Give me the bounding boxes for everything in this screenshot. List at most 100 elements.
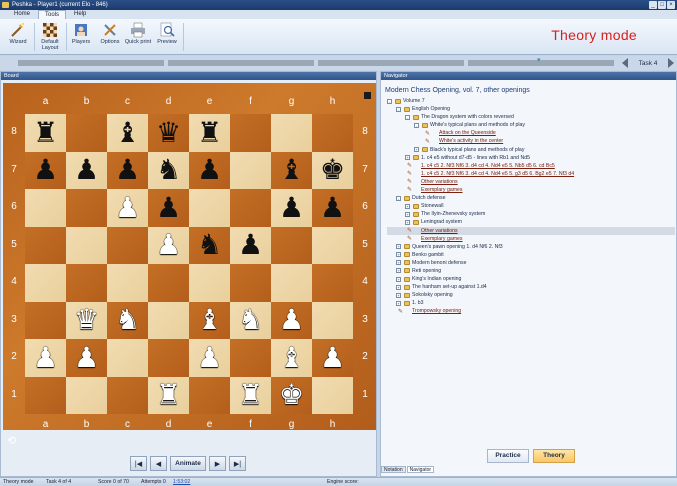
tab-tools[interactable]: Tools <box>38 10 67 19</box>
square-h3[interactable] <box>312 301 353 339</box>
black-bishop-icon[interactable]: ♝ <box>279 156 304 184</box>
square-b4[interactable] <box>66 264 107 302</box>
square-c6[interactable]: ♟ <box>107 189 148 227</box>
tree-folder[interactable]: - English Opening <box>387 105 675 113</box>
black-pawn-icon[interactable]: ♟ <box>74 156 99 184</box>
tree-item[interactable]: ✎ 1. c4 c5 2. Nf3 Nf6 3. d4 cd 4. Nd4 e5 … <box>387 162 675 170</box>
square-e6[interactable] <box>189 189 230 227</box>
black-rook-icon[interactable]: ♜ <box>33 118 58 147</box>
square-b5[interactable] <box>66 226 107 264</box>
tree-item[interactable]: ✎ Other variations <box>387 178 675 186</box>
square-b1[interactable] <box>66 376 107 414</box>
black-pawn-icon[interactable]: ♟ <box>156 193 181 222</box>
expand-icon[interactable]: + <box>396 260 401 266</box>
expand-icon[interactable]: + <box>405 211 410 217</box>
expand-icon[interactable]: + <box>396 292 401 298</box>
practice-button[interactable]: Practice <box>487 449 529 463</box>
white-pawn-icon[interactable]: ♟ <box>74 343 99 372</box>
square-e5[interactable]: ♞ <box>189 226 230 264</box>
collapse-icon[interactable]: - <box>414 122 419 128</box>
square-d3[interactable] <box>148 301 189 339</box>
status-time[interactable]: 1:53:02 <box>173 478 190 486</box>
square-f2[interactable] <box>230 339 271 377</box>
minimize-button[interactable]: _ <box>649 1 657 9</box>
square-e3[interactable]: ♝ <box>189 301 230 339</box>
expand-icon[interactable]: + <box>396 276 401 282</box>
preview-button[interactable]: Preview <box>153 21 181 53</box>
square-f8[interactable] <box>230 114 271 152</box>
square-d1[interactable]: ♜ <box>148 376 189 414</box>
white-pawn-icon[interactable]: ♟ <box>320 343 345 372</box>
square-e1[interactable] <box>189 376 230 414</box>
square-a1[interactable] <box>25 376 66 414</box>
tree-folder[interactable]: +1. c4 e5 without d7-d5 - lines with Rb1… <box>387 154 675 162</box>
square-g1[interactable]: ♚ <box>271 376 312 414</box>
tree-folder[interactable]: + Stonewall <box>387 202 675 210</box>
tree-folder[interactable]: + The Ilyin-Zhenevsky system <box>387 210 675 218</box>
tree-item[interactable]: ✎ 1. c4 c5 2. Nf3 Nf6 3. d4 cd 4. Nd4 e5 … <box>387 170 675 178</box>
quick-print-button[interactable]: Quick print <box>124 21 152 53</box>
players-button[interactable]: Players <box>67 21 95 53</box>
black-king-icon[interactable]: ♚ <box>320 156 345 184</box>
tab-notation[interactable]: Notation <box>381 466 406 473</box>
square-f7[interactable] <box>230 151 271 189</box>
tree-item[interactable]: ✎ Attack on the Queenside <box>387 129 675 137</box>
tree-folder[interactable]: + King's Indian opening <box>387 275 675 283</box>
square-a5[interactable] <box>25 226 66 264</box>
white-rook-icon[interactable]: ♜ <box>156 381 181 409</box>
tree-folder[interactable]: + Modern benoni defense <box>387 259 675 267</box>
black-pawn-icon[interactable]: ♟ <box>115 156 140 184</box>
flip-board-icon[interactable]: ⟲ <box>7 434 16 447</box>
black-pawn-icon[interactable]: ♟ <box>238 231 263 259</box>
square-b3[interactable]: ♛ <box>66 301 107 339</box>
square-a3[interactable] <box>25 301 66 339</box>
prev-move-button[interactable]: ◀ <box>150 456 167 471</box>
square-d6[interactable]: ♟ <box>148 189 189 227</box>
tab-home[interactable]: Home <box>8 10 36 19</box>
square-g3[interactable]: ♟ <box>271 301 312 339</box>
square-f5[interactable]: ♟ <box>230 226 271 264</box>
tree-item[interactable]: ✎ Exemplary games <box>387 186 675 194</box>
white-king-icon[interactable]: ♚ <box>279 381 304 409</box>
last-move-button[interactable]: ▶| <box>229 456 246 471</box>
white-pawn-icon[interactable]: ♟ <box>279 306 304 334</box>
expand-icon[interactable]: + <box>405 219 410 225</box>
square-h2[interactable]: ♟ <box>312 339 353 377</box>
expand-icon[interactable]: + <box>396 244 401 250</box>
square-g4[interactable] <box>271 264 312 302</box>
tree-folder[interactable]: + The hanham set-up against 1.d4 <box>387 283 675 291</box>
square-d8[interactable]: ♛ <box>148 114 189 152</box>
square-c2[interactable] <box>107 339 148 377</box>
expand-icon[interactable]: + <box>405 203 410 209</box>
square-b6[interactable] <box>66 189 107 227</box>
square-c8[interactable]: ♝ <box>107 114 148 152</box>
black-pawn-icon[interactable]: ♟ <box>279 193 304 222</box>
square-a2[interactable]: ♟ <box>25 339 66 377</box>
white-rook-icon[interactable]: ♜ <box>238 381 263 409</box>
expand-icon[interactable]: + <box>396 300 401 306</box>
square-g2[interactable]: ♝ <box>271 339 312 377</box>
square-e2[interactable]: ♟ <box>189 339 230 377</box>
animate-button[interactable]: Animate <box>170 456 206 471</box>
square-a6[interactable] <box>25 189 66 227</box>
white-knight-icon[interactable]: ♞ <box>115 306 140 334</box>
square-b7[interactable]: ♟ <box>66 151 107 189</box>
white-queen-icon[interactable]: ♛ <box>74 306 99 334</box>
square-g5[interactable] <box>271 226 312 264</box>
square-g6[interactable]: ♟ <box>271 189 312 227</box>
square-h4[interactable] <box>312 264 353 302</box>
collapse-icon[interactable]: - <box>387 98 392 104</box>
black-pawn-icon[interactable]: ♟ <box>320 193 345 222</box>
tab-help[interactable]: Help <box>68 10 92 19</box>
white-bishop-icon[interactable]: ♝ <box>197 306 222 334</box>
square-a4[interactable] <box>25 264 66 302</box>
tree-item[interactable]: ✎ Exemplary games <box>387 235 675 243</box>
square-c3[interactable]: ♞ <box>107 301 148 339</box>
square-d5[interactable]: ♟ <box>148 226 189 264</box>
tree-item[interactable]: ✎ Other variations <box>387 226 675 235</box>
first-move-button[interactable]: |◀ <box>130 456 147 471</box>
theory-button[interactable]: Theory <box>533 449 575 463</box>
square-d4[interactable] <box>148 264 189 302</box>
wizard-button[interactable]: Wizard <box>4 21 32 53</box>
square-c1[interactable] <box>107 376 148 414</box>
